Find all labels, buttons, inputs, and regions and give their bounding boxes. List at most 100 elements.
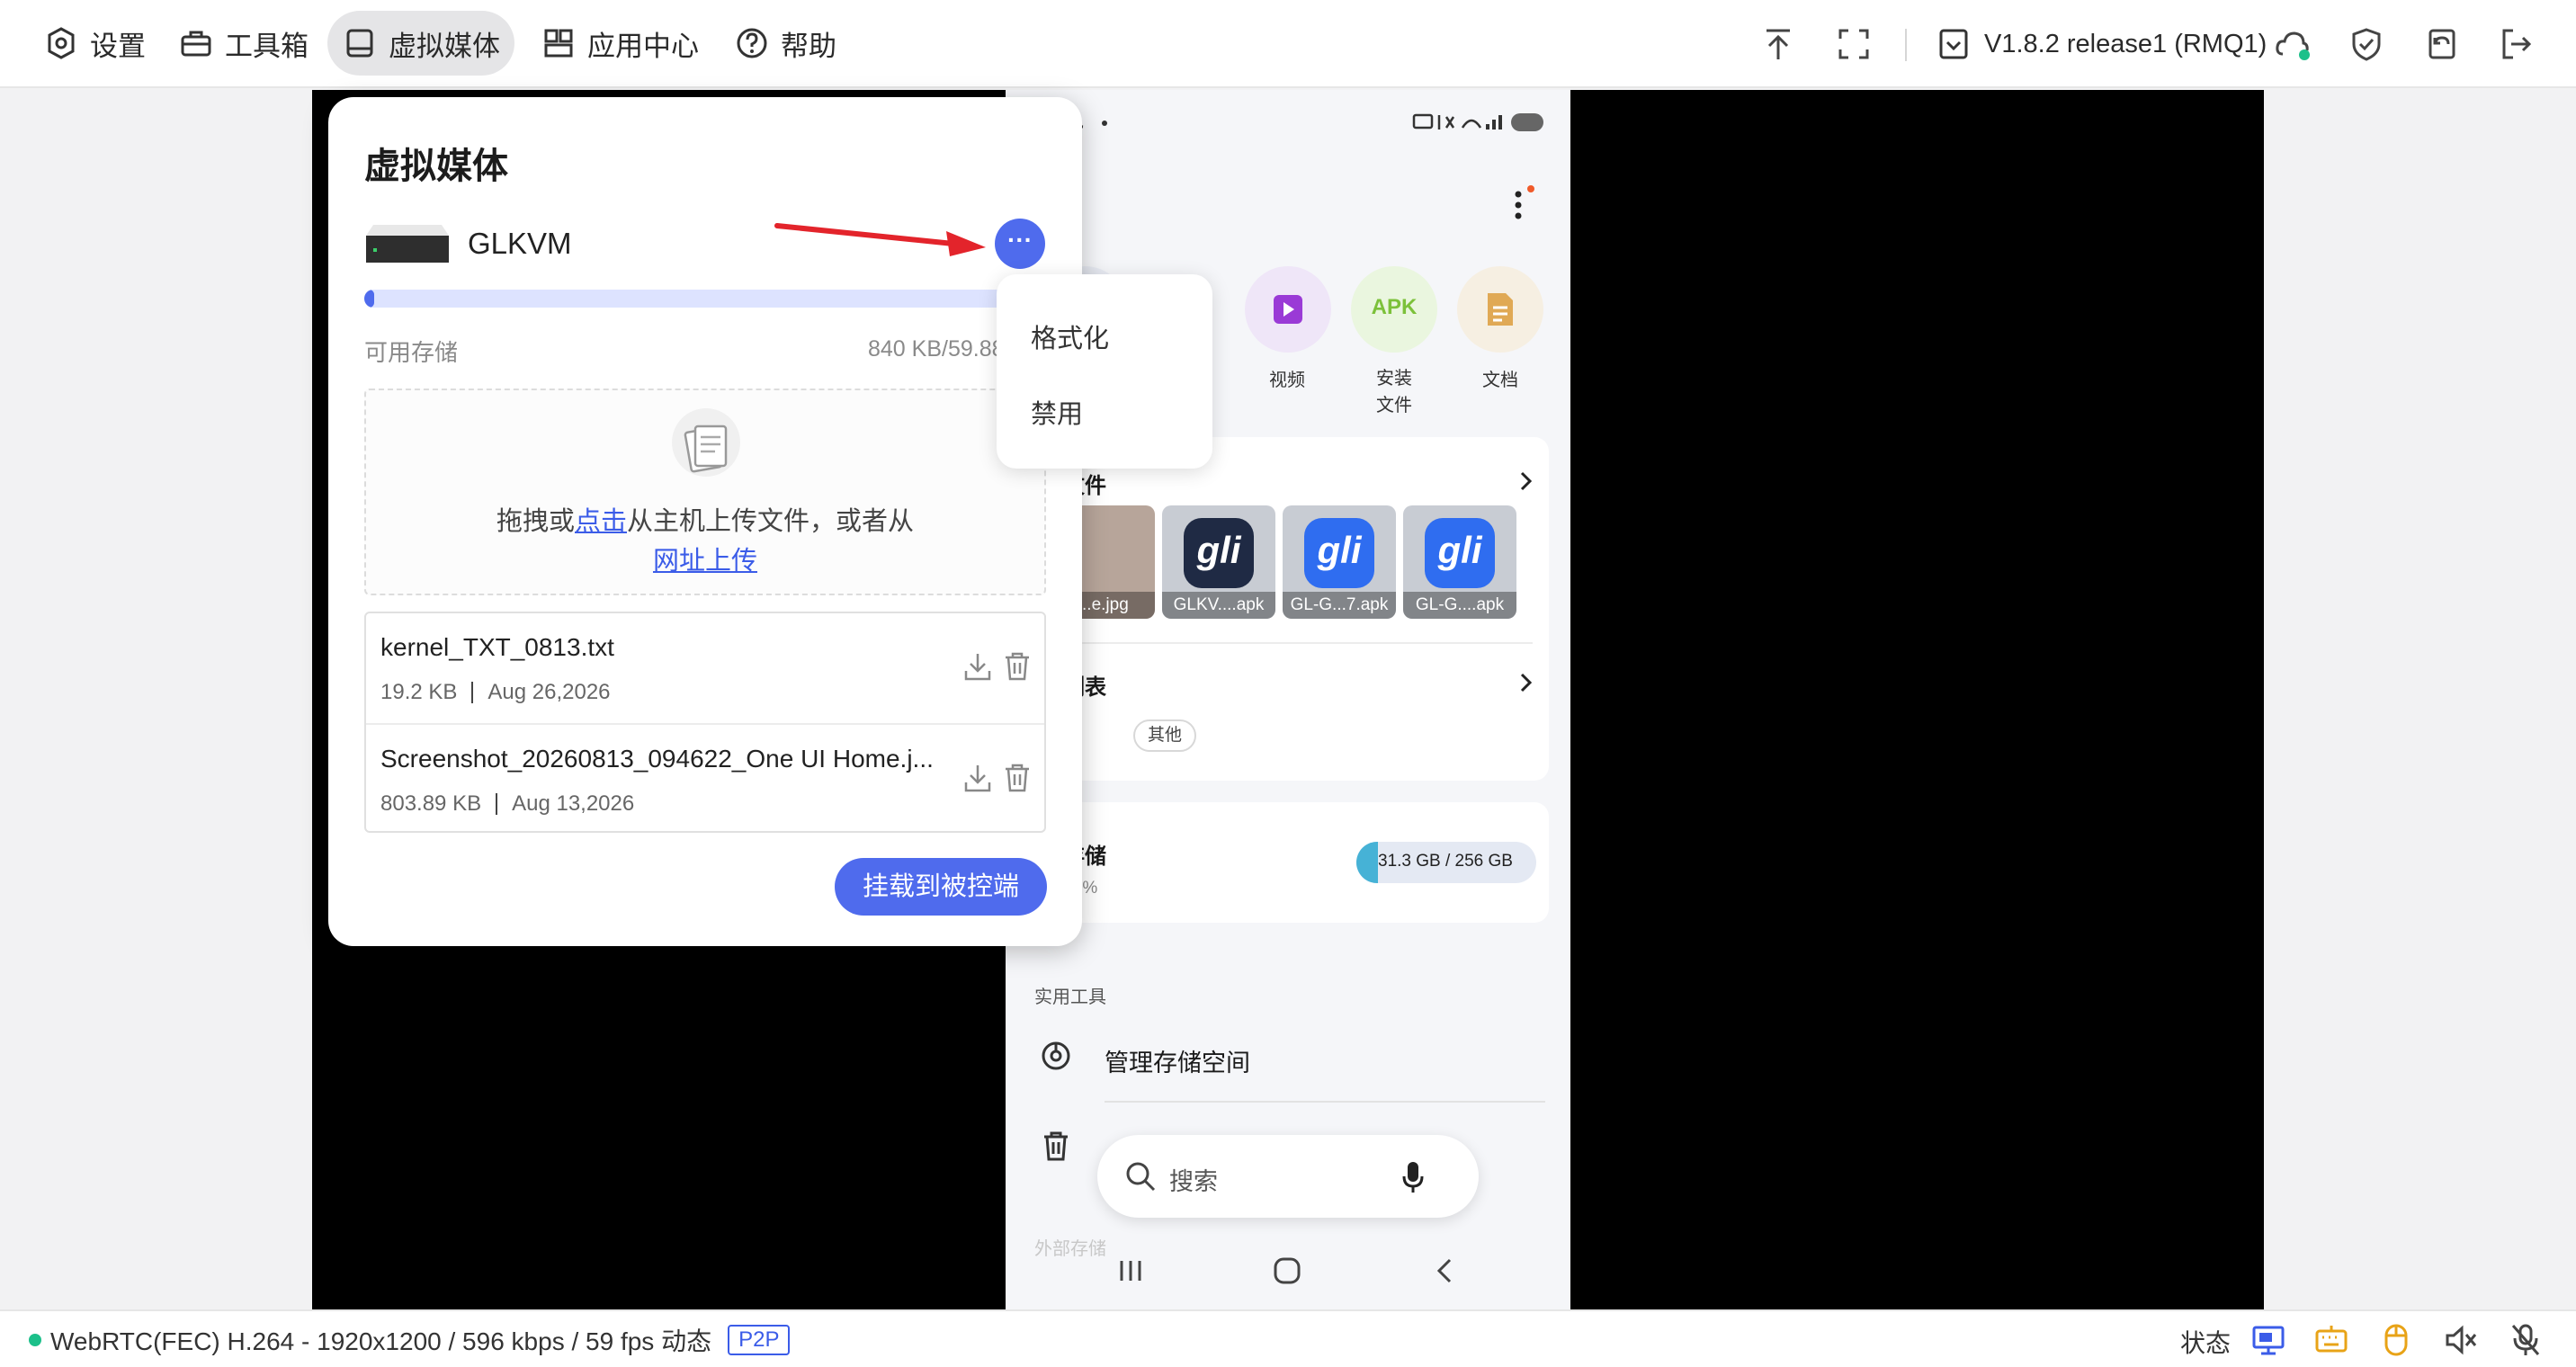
menu-item-format[interactable]: 格式化	[1031, 317, 1109, 355]
search-icon	[1126, 1162, 1156, 1192]
meta-separator	[471, 682, 474, 703]
download-chip[interactable]: 其他	[1133, 719, 1197, 752]
drive-icon	[346, 29, 373, 58]
tab-help[interactable]: 帮助	[720, 11, 851, 76]
download-icon[interactable]	[963, 651, 992, 682]
file-size: 19.2 KB	[380, 680, 458, 704]
gear-icon	[48, 27, 75, 59]
logout-icon[interactable]	[2497, 25, 2535, 63]
tab-label: 工具箱	[225, 30, 309, 62]
home-icon[interactable]	[1272, 1255, 1302, 1286]
microphone-muted-icon[interactable]	[2508, 1322, 2544, 1358]
fullscreen-icon[interactable]	[1835, 25, 1873, 63]
p2p-badge: P2P	[728, 1325, 791, 1355]
upload-drop-zone[interactable]: 拖拽或点击从主机上传文件，或者从 网址上传	[364, 389, 1046, 595]
tab-app-center[interactable]: 应用中心	[526, 11, 713, 76]
meta-separator	[496, 793, 498, 815]
drive-more-button[interactable]: ···	[995, 219, 1045, 269]
category-label: 视频	[1269, 371, 1305, 390]
file-date: Aug 13,2026	[512, 791, 635, 816]
recent-file-label: GL-G...7.apk	[1283, 592, 1396, 619]
tab-label: 虚拟媒体	[389, 30, 500, 62]
recent-file-thumb[interactable]: gli GLKV....apk	[1162, 505, 1275, 619]
recent-apps-icon[interactable]	[1117, 1257, 1144, 1284]
click-upload-link[interactable]: 点击	[575, 507, 627, 536]
toolbox-icon	[181, 31, 211, 57]
file-row[interactable]: kernel_TXT_0813.txt 19.2 KB Aug 26,2026	[366, 613, 1044, 723]
storage-progress-bar	[364, 290, 1048, 308]
faded-section-label: 外部存储	[1034, 1239, 1106, 1259]
bottom-status-bar: WebRTC(FEC) H.264 - 1920x1200 / 596 kbps…	[0, 1309, 2576, 1367]
drop-text-prefix: 拖拽或	[496, 507, 575, 536]
file-date: Aug 26,2026	[487, 680, 611, 704]
recent-file-thumb[interactable]: gli GL-G...7.apk	[1283, 505, 1396, 619]
cloud-icon[interactable]	[2274, 25, 2312, 63]
category-apk[interactable]: APK	[1351, 266, 1437, 353]
panel-title: 虚拟媒体	[364, 147, 508, 186]
shield-icon[interactable]	[2348, 25, 2385, 63]
video-icon	[1274, 295, 1302, 324]
gli-app-icon: gli	[1304, 518, 1374, 588]
red-arrow-annotation	[774, 223, 986, 256]
mouse-icon[interactable]	[2378, 1322, 2414, 1358]
firmware-icon	[1939, 29, 1968, 59]
monitor-icon[interactable]	[2250, 1322, 2286, 1358]
apk-icon: APK	[1371, 295, 1418, 319]
top-toolbar: 设置 工具箱 虚拟媒体 应用中心 帮助 V1.8.2 release1 (RMQ…	[0, 0, 2576, 88]
toolbar-divider	[1905, 29, 1907, 61]
chevron-right-icon[interactable]	[1516, 671, 1536, 694]
recent-file-label: GL-G....apk	[1403, 592, 1516, 619]
tab-settings[interactable]: 设置	[29, 11, 160, 76]
download-icon[interactable]	[963, 763, 992, 793]
stream-stats: WebRTC(FEC) H.264 - 1920x1200 / 596 kbps…	[50, 1327, 712, 1355]
trash-icon[interactable]	[1042, 1130, 1070, 1162]
internal-storage-card[interactable]: 部存储 用 12% 31.3 GB / 256 GB	[1013, 802, 1549, 923]
more-vertical-icon[interactable]	[1509, 185, 1536, 225]
tab-label: 应用中心	[587, 30, 699, 62]
menu-item-disable[interactable]: 禁用	[1031, 393, 1083, 431]
system-status-icons	[1412, 113, 1543, 131]
file-list: kernel_TXT_0813.txt 19.2 KB Aug 26,2026 S…	[364, 612, 1046, 833]
chevron-right-icon[interactable]	[1516, 469, 1536, 493]
tools-section-title: 实用工具	[1034, 987, 1106, 1007]
recent-files-card: 近文件 e...e.jpg gliGLKV....apk gliGL-G...7…	[1013, 437, 1549, 781]
microphone-icon[interactable]	[1401, 1160, 1425, 1194]
connection-status-dot	[29, 1334, 41, 1346]
file-meta: 803.89 KB Aug 13,2026	[380, 791, 634, 817]
keyboard-icon[interactable]	[2313, 1322, 2349, 1358]
category-documents[interactable]	[1457, 266, 1543, 353]
storage-usage-fill	[1356, 842, 1378, 883]
search-placeholder: 搜索	[1169, 1168, 1218, 1195]
version-label: V1.8.2 release1 (RMQ1)	[1984, 29, 2267, 58]
file-name: Screenshot_20260813_094622_One UI Home.j…	[380, 745, 934, 773]
storage-usage-pill: 31.3 GB / 256 GB	[1356, 842, 1536, 883]
category-video[interactable]	[1245, 266, 1331, 353]
gli-app-icon: gli	[1425, 518, 1495, 588]
divider	[1042, 642, 1533, 644]
available-storage-label: 可用存储	[364, 339, 459, 366]
restart-icon[interactable]	[2423, 25, 2461, 63]
tab-virtual-media[interactable]: 虚拟媒体	[327, 11, 514, 76]
mount-to-target-button[interactable]: 挂载到被控端	[835, 858, 1047, 916]
tab-label: 帮助	[781, 30, 836, 62]
phone-screen[interactable]: 视频 APK 安装 文件 文档 近文件 e...e.jpg gliGLKV...…	[1006, 90, 1570, 1309]
manage-storage-item[interactable]: 管理存储空间	[1105, 1043, 1250, 1078]
delete-icon[interactable]	[1003, 763, 1032, 793]
file-meta: 19.2 KB Aug 26,2026	[380, 680, 611, 705]
file-row[interactable]: Screenshot_20260813_094622_One UI Home.j…	[366, 723, 1044, 833]
storage-progress-fill	[364, 290, 374, 308]
tab-toolbox[interactable]: 工具箱	[164, 11, 323, 76]
url-upload-link[interactable]: 网址上传	[653, 547, 757, 576]
delete-icon[interactable]	[1003, 651, 1032, 682]
category-label: 安装 文件	[1376, 369, 1412, 415]
drop-text-suffix: 从主机上传文件，或者从	[627, 507, 915, 536]
drive-options-menu: 格式化 禁用	[997, 274, 1212, 469]
version-info[interactable]: V1.8.2 release1 (RMQ1)	[1936, 16, 2267, 72]
upload-icon[interactable]	[1759, 25, 1797, 63]
recent-file-thumb[interactable]: gli GL-G....apk	[1403, 505, 1516, 619]
status-label: 状态	[2180, 1329, 2232, 1357]
phone-search-bar[interactable]: 搜索	[1097, 1135, 1479, 1218]
back-icon[interactable]	[1432, 1257, 1459, 1284]
speaker-muted-icon[interactable]	[2443, 1322, 2479, 1358]
file-name: kernel_TXT_0813.txt	[380, 633, 614, 661]
